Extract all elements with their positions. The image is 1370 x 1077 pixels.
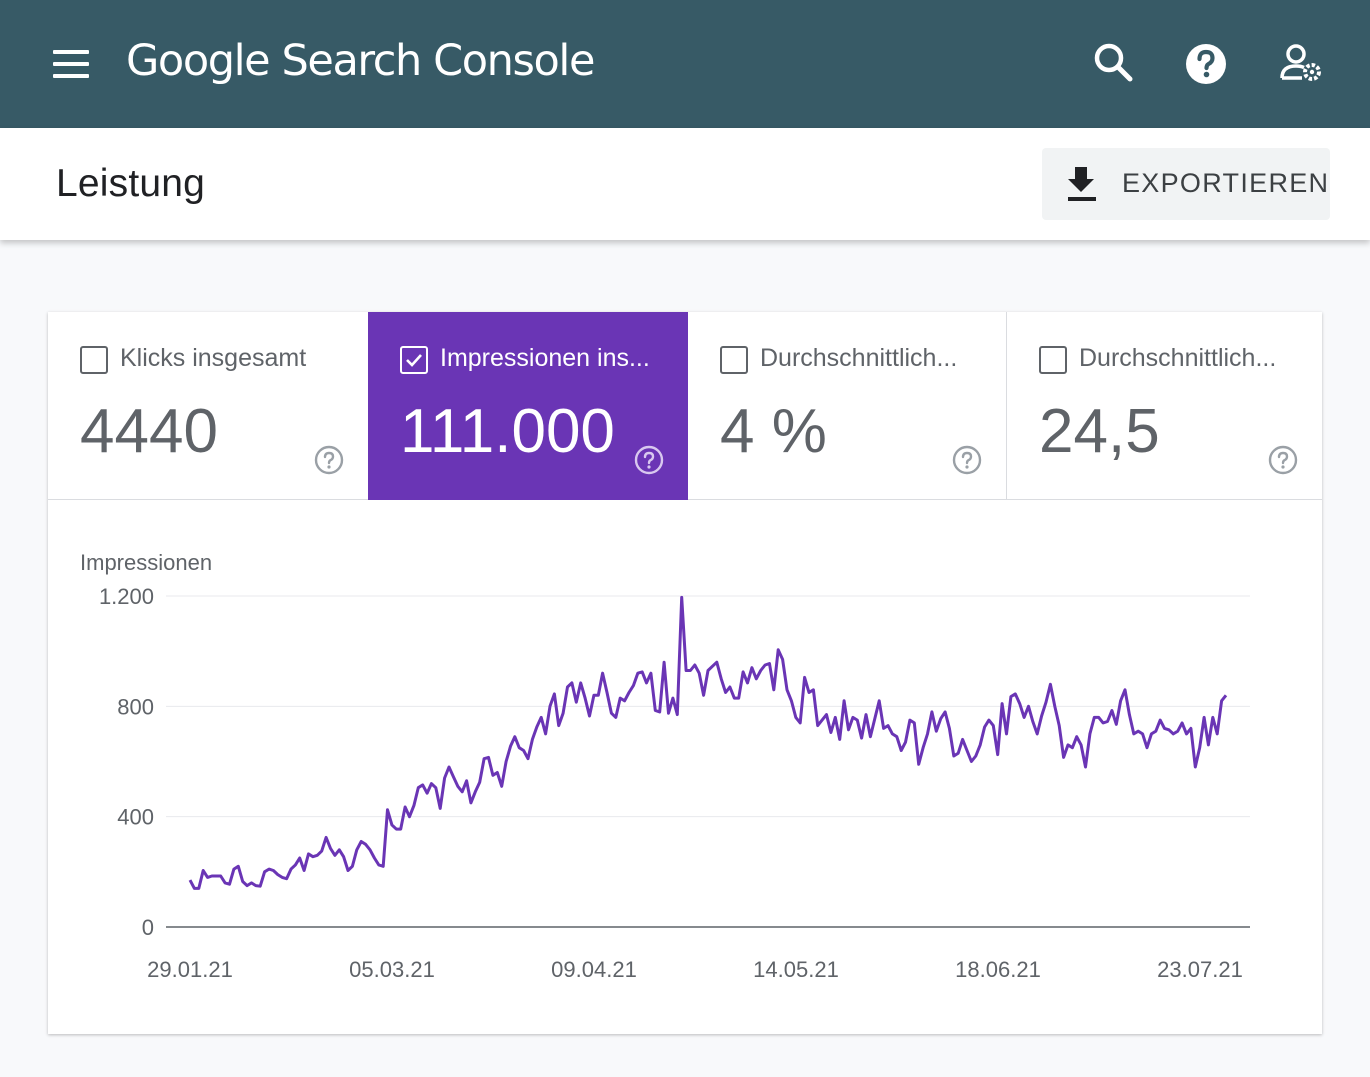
x-tick-label: 18.06.21 <box>955 957 1041 982</box>
user-settings-icon[interactable] <box>1276 38 1328 90</box>
x-tick-label: 29.01.21 <box>147 957 233 982</box>
app-logo[interactable]: Google Search Console <box>126 36 595 96</box>
x-tick-label: 09.04.21 <box>551 957 637 982</box>
performance-card: Klicks insgesamt 4440 Impressionen ins..… <box>48 312 1322 1034</box>
page-header: Leistung EXPORTIEREN <box>0 128 1370 240</box>
impressions-series-line[interactable] <box>188 595 1228 890</box>
page-title: Leistung <box>56 162 206 205</box>
top-app-bar: Google Search Console <box>0 0 1370 128</box>
y-tick-label: 800 <box>117 694 154 719</box>
x-tick-label: 14.05.21 <box>753 957 839 982</box>
y-axis-title: Impressionen <box>80 550 212 575</box>
y-tick-label: 1.200 <box>99 584 154 609</box>
impressions-line-chart: Impressionen 0 400 800 1.200 29.01.21 05.03.… <box>80 550 1250 982</box>
download-icon <box>1068 167 1096 201</box>
export-button-label: EXPORTIEREN <box>1122 168 1330 198</box>
y-tick-label: 400 <box>117 805 154 830</box>
help-icon[interactable] <box>1180 38 1232 90</box>
search-icon[interactable] <box>1088 38 1140 90</box>
export-button[interactable]: EXPORTIEREN <box>1042 148 1330 220</box>
x-tick-label: 05.03.21 <box>349 957 435 982</box>
y-tick-label: 0 <box>142 915 154 940</box>
x-tick-label: 23.07.21 <box>1157 957 1243 982</box>
hamburger-menu-icon[interactable] <box>50 46 94 82</box>
